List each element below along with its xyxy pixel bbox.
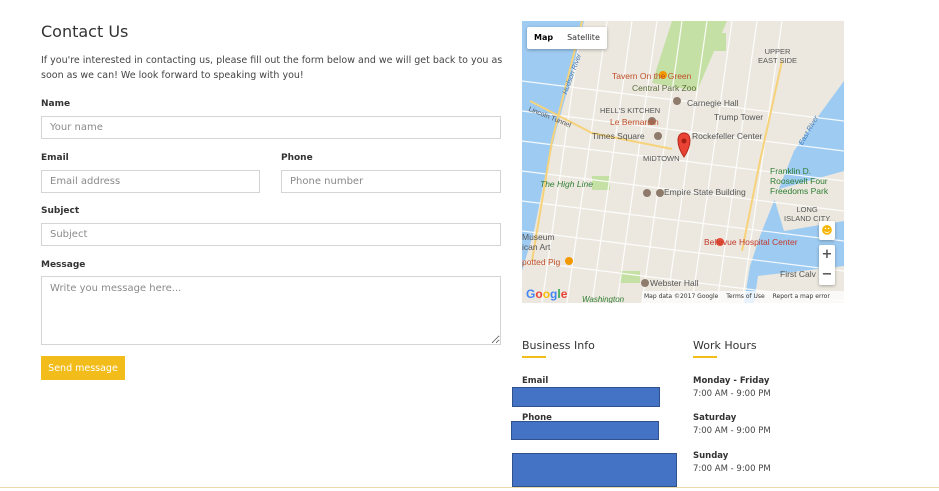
- map-label-first-calv: First Calv: [780, 269, 816, 279]
- zoom-in-button[interactable]: +: [819, 245, 835, 265]
- map-label-tavern: Tavern On the Green: [612, 71, 692, 81]
- map-label-webster-hall: Webster Hall: [650, 278, 699, 288]
- google-logo: Google: [526, 287, 568, 301]
- map-label-times-square: Times Square: [592, 131, 645, 141]
- hours-saturday-time: 7:00 AM - 9:00 PM: [693, 426, 771, 436]
- phone-label: Phone: [281, 153, 313, 163]
- map-tab-map[interactable]: Map: [527, 27, 560, 49]
- message-textarea[interactable]: [41, 276, 501, 345]
- business-info-title: Business Info: [522, 339, 595, 352]
- street-view-pegman-icon[interactable]: ☻: [819, 221, 835, 240]
- map-label-rockefeller: Rockefeller Center: [692, 131, 763, 141]
- redacted-phone-block: [511, 421, 659, 440]
- zoom-out-button[interactable]: −: [819, 265, 835, 285]
- message-label: Message: [41, 260, 86, 270]
- send-message-button[interactable]: Send message: [41, 356, 125, 380]
- hours-weekday-time: 7:00 AM - 9:00 PM: [693, 389, 771, 399]
- work-hours-underline: [693, 356, 717, 358]
- hours-saturday-label: Saturday: [693, 413, 737, 423]
- map-footer: Map data ©2017 Google Terms of Use Repor…: [642, 291, 844, 303]
- footer-divider: [0, 487, 939, 488]
- map[interactable]: Map Satellite UPPER EAST SIDE Tavern On …: [522, 21, 844, 303]
- map-type-toggle[interactable]: Map Satellite: [527, 27, 607, 49]
- map-label-high-line: The High Line: [540, 179, 593, 189]
- map-label-central-park-zoo: Central Park Zoo: [632, 83, 697, 93]
- phone-input[interactable]: [281, 170, 501, 193]
- hours-sunday-time: 7:00 AM - 9:00 PM: [693, 464, 771, 474]
- map-label-bellevue: Bellevue Hospital Center: [704, 237, 798, 247]
- subject-input[interactable]: [41, 223, 501, 246]
- work-hours-title: Work Hours: [693, 339, 757, 352]
- map-data-attribution: Map data ©2017 Google: [644, 293, 719, 300]
- map-label-midtown: MIDTOWN: [643, 154, 680, 163]
- subject-label: Subject: [41, 206, 80, 216]
- zoom-control[interactable]: + −: [819, 245, 835, 285]
- business-email-label: Email: [522, 376, 549, 386]
- map-label-le-bernardin: Le Bernardin: [610, 117, 659, 127]
- hours-sunday-label: Sunday: [693, 451, 729, 461]
- map-label-empire-state: Empire State Building: [664, 187, 746, 197]
- email-label: Email: [41, 153, 69, 163]
- contact-title: Contact Us: [41, 22, 129, 41]
- hours-weekday-label: Monday - Friday: [693, 376, 770, 386]
- map-label-franklin: Franklin D. Roosevelt Four Freedoms Park: [770, 166, 829, 196]
- business-info-underline: [522, 356, 546, 358]
- name-label: Name: [41, 99, 71, 109]
- redacted-email-block: [512, 387, 660, 407]
- map-label-upper-east-side: UPPER EAST SIDE: [758, 47, 798, 65]
- contact-intro: If you're interested in contacting us, p…: [41, 55, 503, 81]
- redacted-address-block: [512, 453, 677, 487]
- email-input[interactable]: [41, 170, 260, 193]
- map-label-trump-tower: Trump Tower: [714, 112, 764, 122]
- map-terms-link[interactable]: Terms of Use: [726, 293, 764, 300]
- name-input[interactable]: [41, 116, 501, 139]
- map-label-museum: Museum ican Art: [522, 232, 555, 252]
- map-label-spotted-pig: potted Pig: [522, 257, 561, 267]
- map-tab-satellite[interactable]: Satellite: [560, 27, 607, 49]
- map-label-carnegie-hall: Carnegie Hall: [687, 98, 739, 108]
- map-report-link[interactable]: Report a map error: [773, 293, 830, 300]
- map-label-hells-kitchen: HELL'S KITCHEN: [600, 106, 661, 115]
- map-label-washington: Washington: [582, 295, 625, 303]
